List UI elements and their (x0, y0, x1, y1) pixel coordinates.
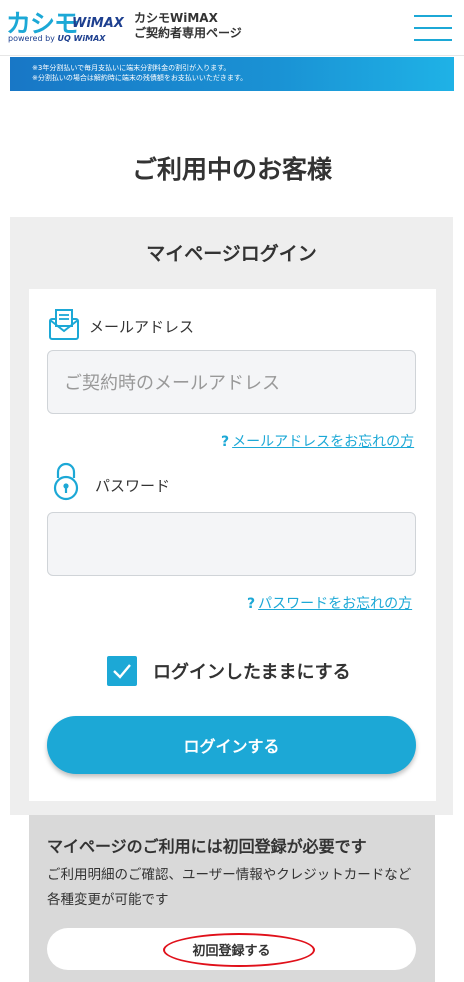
campaign-banner: ※3年分割払いで毎月支払いに端末分割料金の割引が入ります。 ※分割払いの場合は解… (10, 57, 454, 91)
header-title-line2: ご契約者専用ページ (134, 26, 242, 40)
login-heading: マイページログイン (146, 243, 317, 265)
email-label: メールアドレス (89, 318, 195, 336)
login-form: メールアドレス ご契約時のメールアドレス ? メールアドレスをお忘れの方 パスワー… (29, 289, 436, 801)
first-registration-button[interactable]: 初回登録する (47, 928, 416, 970)
help-question-icon: ? (247, 596, 256, 612)
logo-powered-by: powered by UQ WiMAX (8, 34, 105, 43)
header-title-line1: カシモWiMAX (134, 11, 218, 25)
login-button[interactable]: ログインする (47, 716, 416, 774)
registration-description: ご利用明細のご確認、ユーザー情報やクレジットカードなど各種変更が可能です (47, 867, 412, 908)
hamburger-menu-icon[interactable] (414, 15, 452, 41)
forgot-email-link[interactable]: ? メールアドレスをお忘れの方 (221, 431, 414, 451)
lock-icon (49, 461, 83, 505)
remember-checkbox[interactable] (107, 656, 137, 686)
password-field[interactable] (47, 512, 416, 576)
remember-label: ログインしたままにする (153, 662, 351, 683)
logo-wimax-text: WiMAX (72, 16, 124, 31)
envelope-icon (47, 307, 81, 345)
help-question-icon: ? (221, 434, 230, 450)
forgot-email-text[interactable]: メールアドレスをお忘れの方 (232, 434, 414, 450)
login-section: マイページログイン メールアドレス ご契約時のメールアドレス ? メールアドレスを… (10, 217, 453, 815)
kashimo-wimax-logo[interactable]: カシモ WiMAX powered by UQ WiMAX (6, 6, 128, 46)
banner-note-2: ※分割払いの場合は解約時に端末の残債額をお支払いいただきます。 (32, 74, 248, 82)
first-registration-notice: マイページのご利用には初回登録が必要です ご利用明細のご確認、ユーザー情報やクレ… (29, 815, 435, 982)
banner-note-1: ※3年分割払いで毎月支払いに端末分割料金の割引が入ります。 (32, 64, 231, 72)
forgot-password-text[interactable]: パスワードをお忘れの方 (258, 596, 412, 612)
password-label: パスワード (95, 477, 171, 495)
email-field[interactable]: ご契約時のメールアドレス (47, 350, 416, 414)
registration-title: マイページのご利用には初回登録が必要です (47, 837, 367, 856)
site-header: カシモ WiMAX powered by UQ WiMAX カシモWiMAX ご… (0, 0, 464, 56)
logo-powered-prefix: powered by (8, 34, 55, 43)
remember-login-option[interactable]: ログインしたままにする (107, 656, 351, 686)
page-title: ご利用中のお客様 (131, 155, 332, 184)
logo-powered-brand: UQ WiMAX (57, 34, 106, 43)
checkmark-icon (113, 664, 131, 679)
email-placeholder: ご契約時のメールアドレス (64, 373, 280, 394)
forgot-password-link[interactable]: ? パスワードをお忘れの方 (247, 593, 412, 613)
header-title: カシモWiMAX ご契約者専用ページ (134, 11, 242, 41)
